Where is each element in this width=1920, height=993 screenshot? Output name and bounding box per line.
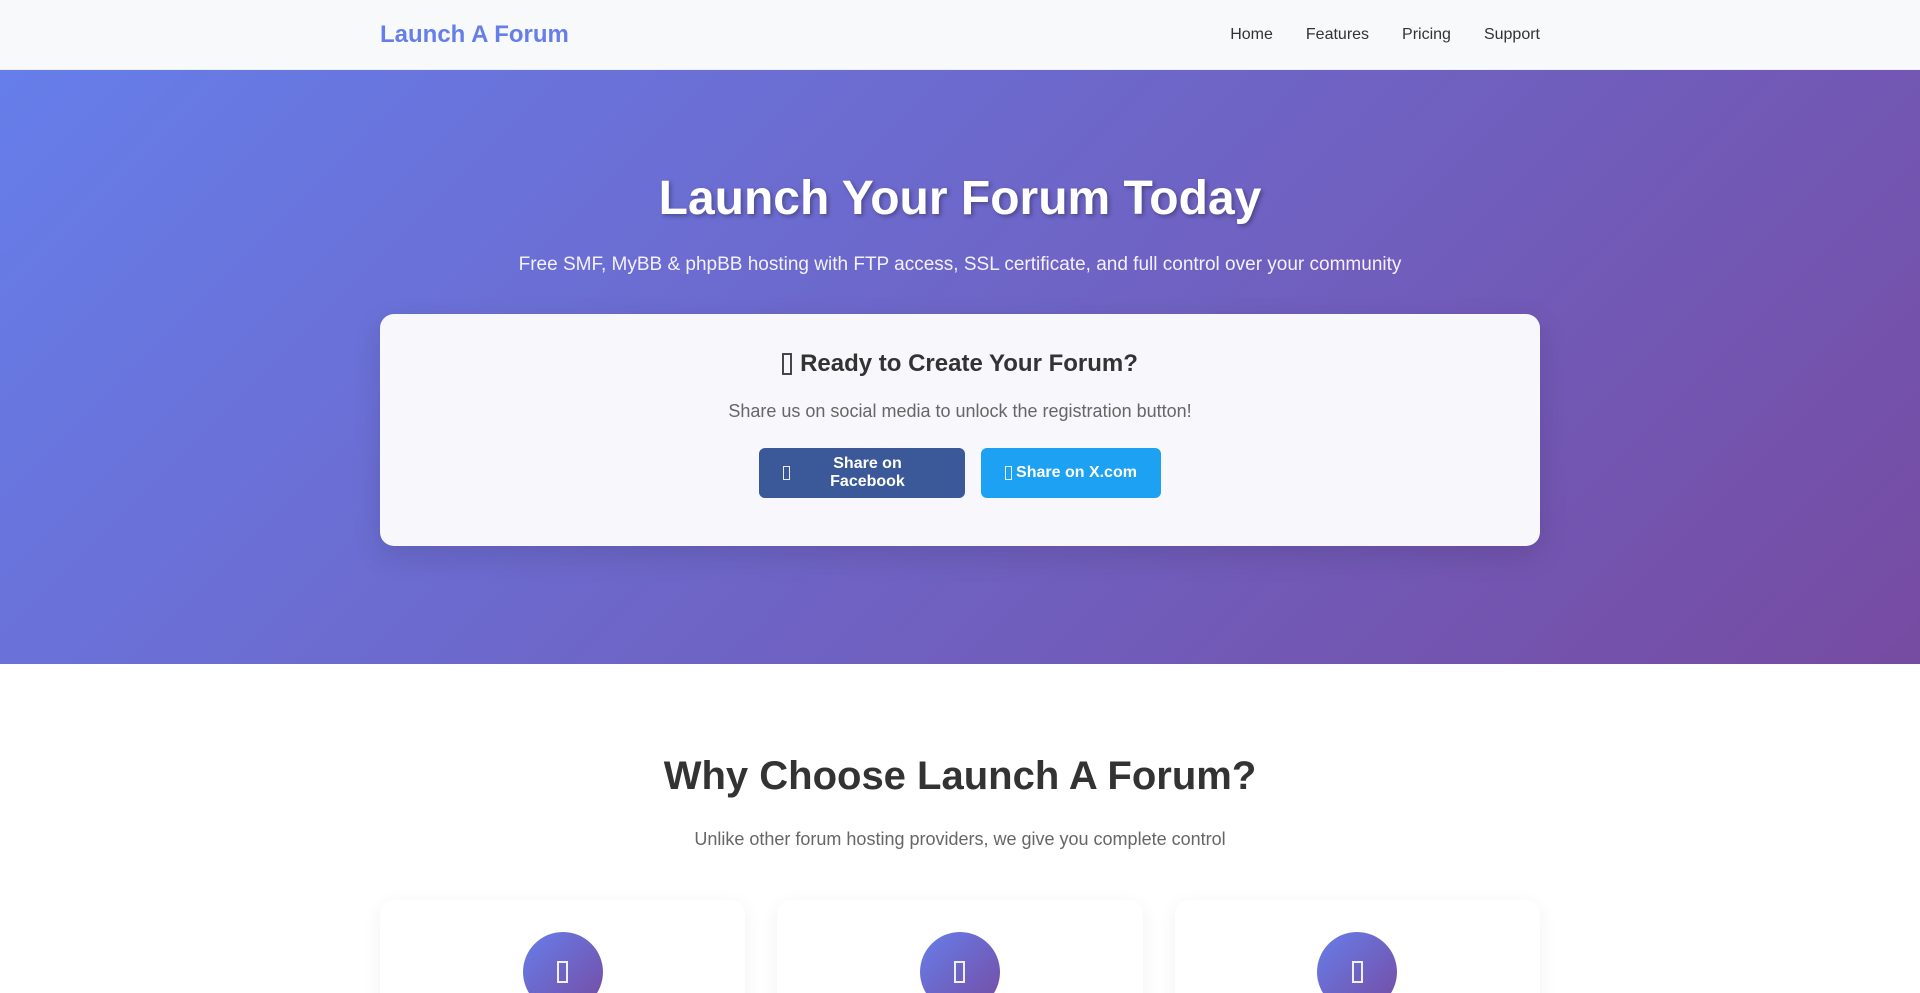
hero-section: Launch Your Forum Today Free SMF, MyBB &… bbox=[0, 70, 1920, 664]
cta-title-row: Ready to Create Your Forum? bbox=[400, 350, 1520, 378]
site-logo[interactable]: Launch A Forum bbox=[380, 21, 569, 49]
cta-card: Ready to Create Your Forum? Share us on … bbox=[380, 314, 1540, 547]
features-subtitle: Unlike other forum hosting providers, we… bbox=[694, 829, 1226, 849]
main-nav: Home Features Pricing Support bbox=[1230, 26, 1540, 44]
hero-title: Launch Your Forum Today bbox=[658, 172, 1262, 225]
feature-card bbox=[380, 900, 746, 993]
nav-link-pricing[interactable]: Pricing bbox=[1402, 26, 1451, 44]
share-facebook-button[interactable]: Share on Facebook bbox=[759, 448, 965, 499]
feature-glyph-icon bbox=[557, 961, 569, 983]
feature-icon-3 bbox=[1317, 932, 1398, 993]
feature-card bbox=[1174, 900, 1540, 993]
hero-subtitle: Free SMF, MyBB & phpBB hosting with FTP … bbox=[518, 254, 1402, 276]
nav-link-features[interactable]: Features bbox=[1306, 26, 1369, 44]
nav-link-home[interactable]: Home bbox=[1230, 26, 1273, 44]
feature-grid bbox=[380, 900, 1540, 993]
feature-icon-2 bbox=[919, 932, 1000, 993]
share-x-label: Share on X.com bbox=[1016, 464, 1137, 482]
features-section: Why Choose Launch A Forum? Unlike other … bbox=[0, 664, 1920, 993]
feature-icon-1 bbox=[522, 932, 603, 993]
cta-subtitle: Share us on social media to unlock the r… bbox=[728, 401, 1192, 422]
navbar: Launch A Forum Home Features Pricing Sup… bbox=[0, 0, 1920, 70]
share-buttons: Share on Facebook Share on X.com bbox=[400, 448, 1520, 499]
share-x-button[interactable]: Share on X.com bbox=[981, 448, 1161, 499]
feature-glyph-icon bbox=[954, 961, 966, 983]
nav-link-support[interactable]: Support bbox=[1484, 26, 1540, 44]
feature-card bbox=[777, 900, 1143, 993]
x-icon bbox=[1005, 466, 1013, 481]
feature-glyph-icon bbox=[1351, 961, 1363, 983]
cta-title: Ready to Create Your Forum? bbox=[800, 350, 1138, 378]
navbar-container: Launch A Forum Home Features Pricing Sup… bbox=[380, 0, 1540, 70]
share-facebook-label: Share on Facebook bbox=[830, 455, 905, 491]
rocket-icon bbox=[782, 353, 793, 376]
facebook-icon bbox=[783, 466, 790, 481]
features-title: Why Choose Launch A Forum? bbox=[663, 754, 1257, 798]
